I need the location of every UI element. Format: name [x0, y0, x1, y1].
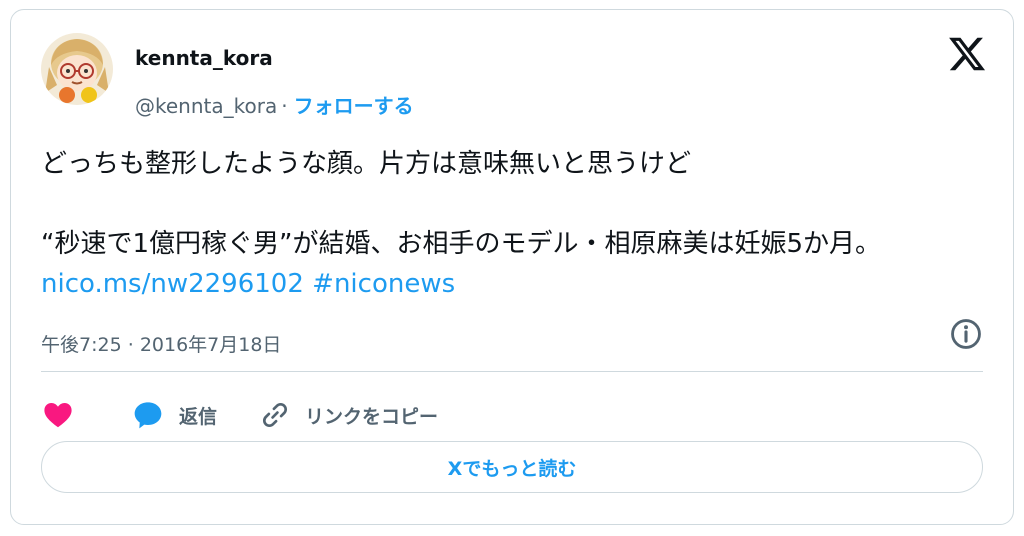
divider [41, 371, 983, 372]
tweet-time: 午後7:25 [41, 334, 122, 356]
copy-link-label: リンクをコピー [305, 405, 439, 428]
avatar-illustration [41, 33, 113, 105]
meta-separator: · [127, 334, 134, 356]
like-button[interactable] [41, 399, 75, 431]
link-icon [263, 402, 288, 428]
copy-link-button[interactable]: リンクをコピー [259, 399, 438, 431]
info-icon[interactable] [949, 317, 983, 351]
action-bar: 返信 リンクをコピー [41, 395, 438, 435]
tweet-text: どっちも整形したような顔。片方は意味無いと思うけど “秒速で1億円稼ぐ男”が結婚… [41, 144, 986, 304]
speech-bubble-icon [134, 402, 162, 429]
handle-row: @kennta_kora · フォローする [135, 90, 414, 119]
reply-label: 返信 [179, 405, 218, 428]
tweet-line-2: “秒速で1億円稼ぐ男”が結婚、お相手のモデル・相原麻美は妊娠5か月。 nico.… [41, 224, 986, 304]
heart-icon [44, 403, 72, 428]
user-handle[interactable]: @kennta_kora [135, 94, 277, 118]
tweet-timestamp[interactable]: 午後7:25 · 2016年7月18日 [41, 330, 281, 357]
display-name[interactable]: kennta_kora [135, 46, 273, 70]
x-logo-icon[interactable] [947, 34, 987, 74]
tweet-line-1: どっちも整形したような顔。片方は意味無いと思うけど [41, 149, 692, 179]
reply-button[interactable]: 返信 [131, 399, 217, 431]
follow-button[interactable]: フォローする [294, 94, 414, 118]
tweet-date: 2016年7月18日 [139, 334, 282, 356]
separator-dot: · [281, 94, 288, 118]
avatar[interactable] [41, 33, 113, 105]
tweet-link[interactable]: nico.ms/nw2296102 [41, 269, 304, 299]
read-more-button[interactable]: Xでもっと読む [41, 441, 983, 493]
tweet-hashtag[interactable]: #niconews [312, 269, 455, 299]
tweet-headline: “秒速で1億円稼ぐ男”が結婚、お相手のモデル・相原麻美は妊娠5か月。 [41, 229, 882, 259]
tweet-card: kennta_kora @kennta_kora · フォローする どっちも整形した… [10, 9, 1014, 525]
